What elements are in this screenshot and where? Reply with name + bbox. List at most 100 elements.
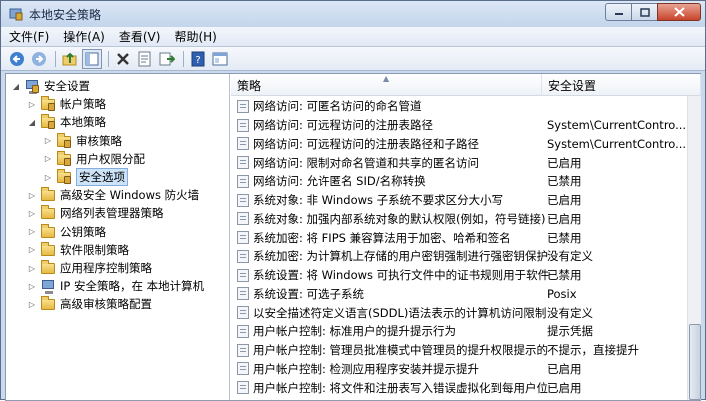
expand-toggle-icon[interactable]: ▷ — [26, 98, 38, 110]
back-button[interactable] — [7, 49, 27, 69]
tree-item[interactable]: ▷ 应用程序控制策略 — [26, 259, 152, 277]
tree-item[interactable]: ◢ 本地策略 — [26, 113, 106, 131]
tree-item-label: 帐户策略 — [60, 97, 106, 112]
folder-icon — [40, 205, 56, 221]
expand-toggle-icon[interactable]: ▷ — [42, 153, 54, 165]
navigation-tree[interactable]: ◢ 安全设置 ▷ 帐户策略 ◢ 本地策略 ▷ 审核策略 ▷ 用户权限分配 ▷ 安全选项 ▷ 高级安全 Wi… — [6, 74, 230, 400]
expand-toggle-icon[interactable]: ▷ — [26, 226, 38, 238]
policy-icon — [237, 287, 249, 301]
expand-toggle-icon[interactable]: ▷ — [26, 189, 38, 201]
tree-item[interactable]: ▷ 用户权限分配 — [42, 150, 145, 168]
minimize-button[interactable] — [605, 3, 631, 21]
policy-name: 网络访问: 可远程访问的注册表路径 — [253, 118, 434, 132]
up-folder-button[interactable] — [60, 49, 80, 69]
policy-row[interactable]: 系统加密: 将 FIPS 兼容算法用于加密、哈希和签名 已禁用 — [231, 228, 687, 247]
policy-name: 系统设置: 可选子系统 — [253, 286, 365, 301]
policy-row[interactable]: 系统设置: 可选子系统 Posix — [231, 285, 687, 304]
tree-item[interactable]: ▷ 帐户策略 — [26, 95, 106, 113]
minimize-icon — [614, 13, 623, 15]
collapse-toggle-icon[interactable]: ◢ — [26, 116, 38, 128]
expand-toggle-icon[interactable]: ▷ — [26, 280, 38, 292]
tree-item-label: 安全设置 — [44, 79, 90, 93]
properties-button[interactable] — [135, 49, 155, 69]
tree-item-label: 安全选项 — [76, 168, 128, 186]
policy-setting: 没有定义 — [547, 249, 593, 264]
policy-setting: System\CurrentContro... — [547, 118, 687, 132]
policy-row[interactable]: 系统对象: 非 Windows 子系统不要求区分大小写 已启用 — [231, 191, 687, 210]
tree-item[interactable]: ◢ 安全设置 — [10, 77, 90, 95]
tree-item-label: 审核策略 — [76, 133, 122, 148]
policy-row[interactable]: 网络访问: 可匿名访问的命名管道 — [231, 97, 687, 116]
local-security-policy-window: 本地安全策略 文件(F) 操作(A) 查看(V) 帮助(H) ? ◢ 安全设置 … — [0, 0, 706, 401]
back-icon — [10, 51, 24, 66]
policy-row[interactable]: 网络访问: 允许匿名 SID/名称转换 已禁用 — [231, 172, 687, 191]
tree-item[interactable]: ▷ 高级安全 Windows 防火墙 — [26, 186, 199, 204]
policy-row[interactable]: 用户帐户控制: 将文件和注册表写入错误虚拟化到每用户位置 已启用 — [231, 378, 687, 397]
expand-toggle-icon[interactable]: ▷ — [26, 207, 38, 219]
policy-setting: 已启用 — [547, 211, 582, 226]
show-hide-tree-button[interactable] — [82, 48, 102, 69]
policy-row[interactable]: 用户帐户控制: 检测应用程序安装并提示提升 已启用 — [231, 360, 687, 379]
menu-file[interactable]: 文件(F) — [9, 28, 49, 45]
tree-item[interactable]: ▷ 公钥策略 — [26, 223, 106, 241]
properties-icon — [138, 51, 151, 66]
tree-item[interactable]: ▷ 高级审核策略配置 — [26, 295, 152, 313]
policy-icon — [237, 174, 249, 188]
expand-toggle-icon[interactable]: ▷ — [26, 298, 38, 310]
policy-name: 用户帐户控制: 标准用户的提升提示行为 — [253, 324, 457, 339]
tree-item[interactable]: ▷ IP 安全策略，在 本地计算机 — [26, 277, 204, 295]
export-button[interactable] — [157, 49, 177, 69]
policy-row[interactable]: 系统对象: 加强内部系统对象的默认权限(例如，符号链接) 已启用 — [231, 210, 687, 229]
policy-row[interactable]: 用户帐户控制: 标准用户的提升提示行为 提示凭据 — [231, 322, 687, 341]
close-button[interactable] — [657, 3, 701, 21]
help-icon: ? — [191, 51, 205, 66]
expand-toggle-icon[interactable]: ▷ — [26, 244, 38, 256]
policy-row[interactable]: 系统加密: 为计算机上存储的用户密钥强制进行强密钥保护 没有定义 — [231, 247, 687, 266]
tree-item[interactable]: ▷ 软件限制策略 — [26, 241, 129, 259]
delete-button[interactable] — [113, 49, 133, 69]
list-header: 策略 ▲ 安全设置 — [231, 74, 701, 96]
vertical-scrollbar[interactable] — [687, 96, 701, 400]
column-header-setting[interactable]: 安全设置 — [542, 74, 701, 96]
policy-row[interactable]: 网络访问: 可远程访问的注册表路径和子路径 System\CurrentContr… — [231, 135, 687, 154]
console-icon — [212, 52, 228, 65]
policy-icon — [237, 99, 249, 113]
menu-view[interactable]: 查看(V) — [119, 28, 161, 45]
help-button[interactable]: ? — [188, 49, 208, 69]
folder-lock-icon — [56, 169, 72, 185]
policy-row[interactable]: 以安全描述符定义语言(SDDL)语法表示的计算机访问限制 没有定义 — [231, 303, 687, 322]
menu-action[interactable]: 操作(A) — [63, 28, 105, 45]
console-button[interactable] — [210, 49, 230, 69]
title-bar[interactable]: 本地安全策略 — [1, 1, 705, 27]
policy-row[interactable]: 系统设置: 将 Windows 可执行文件中的证书规则用于软件... 已禁用 — [231, 266, 687, 285]
scrollbar-thumb[interactable] — [689, 324, 701, 400]
tree-item[interactable]: ▷ 网络列表管理器策略 — [26, 204, 164, 222]
policy-name: 网络访问: 允许匿名 SID/名称转换 — [253, 174, 426, 189]
policy-name: 系统加密: 为计算机上存储的用户密钥强制进行强密钥保护 — [253, 249, 549, 264]
computer-icon — [24, 78, 40, 94]
window-title: 本地安全策略 — [29, 8, 102, 22]
expand-toggle-icon[interactable]: ▷ — [42, 171, 54, 183]
tree-item-label: 高级安全 Windows 防火墙 — [60, 188, 200, 203]
policy-row[interactable]: 网络访问: 可远程访问的注册表路径 System\CurrentContro... — [231, 116, 687, 135]
delete-icon — [117, 52, 129, 65]
show-hide-tree-icon — [85, 52, 99, 65]
collapse-toggle-icon[interactable]: ◢ — [10, 80, 22, 92]
menu-help[interactable]: 帮助(H) — [174, 28, 216, 45]
tree-item[interactable]: ▷ 安全选项 — [42, 168, 128, 186]
maximize-button[interactable] — [631, 3, 657, 21]
policy-name: 用户帐户控制: 管理员批准模式中管理员的提升权限提示的... — [253, 343, 549, 357]
tree-item-label: 高级审核策略配置 — [60, 297, 152, 312]
expand-toggle-icon[interactable]: ▷ — [26, 262, 38, 274]
folder-lock-icon — [40, 96, 56, 112]
policy-list: 策略 ▲ 安全设置 网络访问: 可匿名访问的命名管道 网络访问: 可远程访问的注册… — [231, 74, 701, 400]
policy-row[interactable]: 用户帐户控制: 管理员批准模式中管理员的提升权限提示的... 不提示，直接提升 — [231, 341, 687, 360]
policy-row[interactable]: 网络访问: 限制对命名管道和共享的匿名访问 已启用 — [231, 153, 687, 172]
policy-icon — [237, 306, 249, 319]
expand-toggle-icon[interactable]: ▷ — [42, 135, 54, 147]
export-icon — [159, 52, 175, 65]
policy-setting: 没有定义 — [547, 305, 593, 320]
policy-name: 系统设置: 将 Windows 可执行文件中的证书规则用于软件... — [253, 268, 549, 282]
forward-button[interactable] — [29, 49, 49, 69]
tree-item[interactable]: ▷ 审核策略 — [42, 132, 122, 150]
